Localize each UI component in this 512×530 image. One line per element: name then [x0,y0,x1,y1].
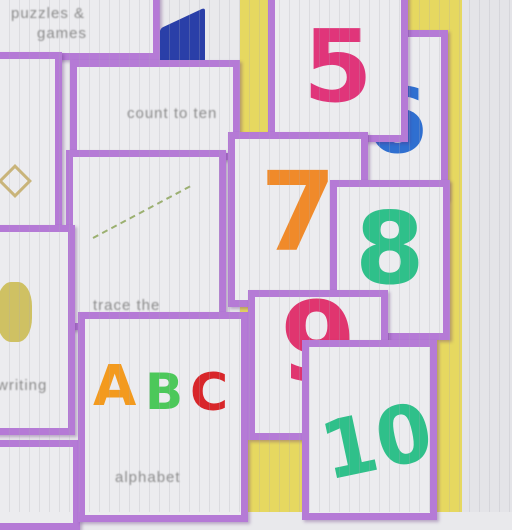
background-wall [462,0,512,512]
number-8: 8 [355,190,425,307]
tile-trace[interactable]: trace the [66,150,226,330]
trace-line [92,185,191,239]
tile-alphabet[interactable]: A B C alphabet [78,312,248,522]
tile-caption: count to ten [127,105,218,122]
tile-caption: alphabet [115,469,181,486]
letter-b: B [145,363,184,421]
tile-caption: games [37,25,88,42]
number-5: 5 [303,8,373,125]
letter-a: A [93,354,137,419]
tile-writing[interactable]: writing [0,225,75,435]
tile-count[interactable]: count to ten [70,60,240,160]
pencil-icon [0,282,32,342]
tile-puzzles-games[interactable]: puzzles & games [0,0,160,60]
tile-number-5[interactable]: 5 [268,0,408,142]
number-7: 7 [260,148,337,276]
picture-icon [0,164,32,198]
tile-left-1[interactable] [0,52,62,237]
letter-c: C [190,363,229,423]
number-10: 10 [312,384,437,499]
tile-left-bottom[interactable] [0,440,80,530]
tile-number-10[interactable]: 10 [302,340,437,520]
tile-caption: writing [0,377,48,394]
tile-caption: puzzles & [11,5,86,22]
